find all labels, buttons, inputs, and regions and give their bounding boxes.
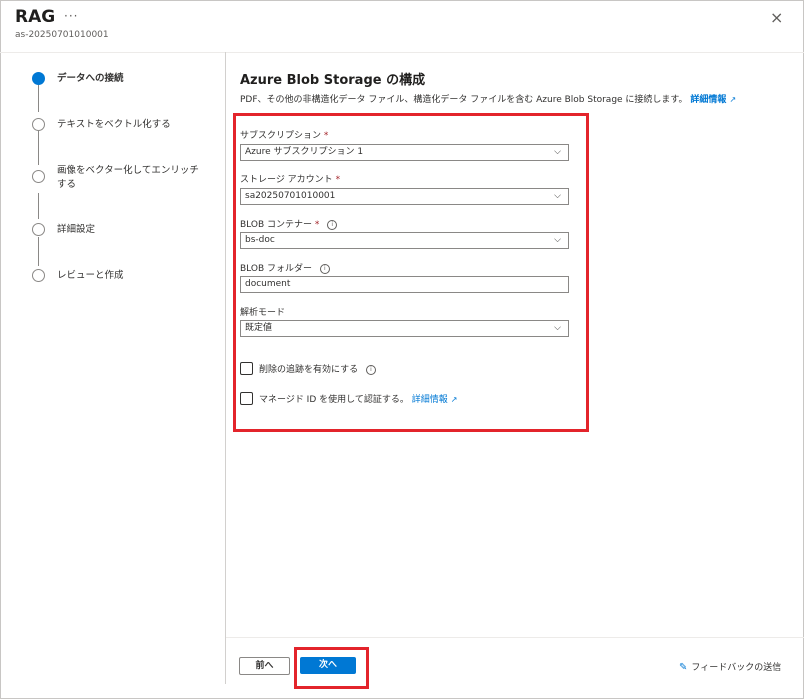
resource-name: as-20250701010001: [15, 30, 109, 40]
required-mark: *: [335, 175, 341, 185]
learn-more-link[interactable]: 詳細情報: [690, 95, 726, 105]
header-divider: [0, 52, 804, 53]
step-connector: [38, 193, 39, 219]
description-text: PDF、その他の非構造化データ ファイル、構造化データ ファイルを含む Azur…: [240, 95, 688, 105]
storage-account-dropdown[interactable]: sa20250701010001 ⌵: [240, 188, 569, 205]
step-2-icon: [32, 118, 45, 131]
deletion-tracking-row[interactable]: 削除の追跡を有効にする i: [240, 362, 376, 375]
feedback-label: フィードバックの送信: [691, 663, 782, 673]
blob-container-value: bs-doc: [245, 235, 275, 245]
chevron-down-icon: ⌵: [554, 147, 561, 157]
blob-folder-label-text: BLOB フォルダー: [240, 264, 312, 274]
section-title: Azure Blob Storage の構成: [240, 73, 426, 88]
storage-account-value: sa20250701010001: [245, 191, 336, 201]
blob-container-dropdown[interactable]: bs-doc ⌵: [240, 232, 569, 249]
step-4-icon: [32, 223, 45, 236]
external-link-icon: ↗: [450, 395, 458, 404]
sidebar-divider: [225, 52, 226, 684]
managed-identity-checkbox[interactable]: [240, 392, 253, 405]
managed-identity-row[interactable]: マネージド ID を使用して認証する。 詳細情報 ↗: [240, 392, 457, 405]
step-vectorize-text[interactable]: テキストをベクトル化する: [57, 118, 207, 132]
required-mark: *: [314, 220, 320, 230]
parse-mode-dropdown[interactable]: 既定値 ⌵: [240, 320, 569, 337]
parse-mode-label: 解析モード: [240, 308, 286, 318]
step-review-create[interactable]: レビューと作成: [57, 269, 207, 283]
storage-account-label: ストレージ アカウント *: [240, 172, 340, 185]
step-1-active-icon: [32, 72, 45, 85]
blob-folder-value: document: [245, 279, 291, 289]
storage-account-label-text: ストレージ アカウント: [240, 175, 333, 185]
chevron-down-icon: ⌵: [554, 191, 561, 201]
step-connector: [38, 237, 39, 266]
deletion-tracking-label: 削除の追跡を有効にする: [259, 365, 359, 375]
footer-divider: [226, 637, 804, 638]
parse-mode-value: 既定値: [245, 323, 273, 333]
close-icon[interactable]: ×: [770, 8, 783, 27]
external-link-icon: ↗: [729, 95, 737, 104]
blob-folder-input[interactable]: document: [240, 276, 569, 293]
feedback-link[interactable]: ✎ フィードバックの送信: [679, 660, 781, 673]
deletion-tracking-checkbox[interactable]: [240, 362, 253, 375]
step-advanced-settings[interactable]: 詳細設定: [57, 223, 207, 237]
more-options-icon[interactable]: ···: [64, 9, 78, 23]
step-3-icon: [32, 170, 45, 183]
step-connector: [38, 131, 39, 165]
managed-identity-label: マネージド ID を使用して認証する。: [259, 395, 409, 405]
managed-identity-learn-more-link[interactable]: 詳細情報: [412, 395, 448, 405]
step-connect-data[interactable]: データへの接続: [57, 72, 207, 86]
info-icon[interactable]: i: [365, 365, 376, 375]
subscription-value: Azure サブスクリプション 1: [245, 147, 364, 157]
blob-folder-label: BLOB フォルダー i: [240, 261, 330, 274]
page-title: RAG: [15, 7, 56, 27]
blob-container-label-text: BLOB コンテナー: [240, 220, 312, 230]
subscription-label: サブスクリプション *: [240, 128, 328, 141]
required-mark: *: [323, 131, 329, 141]
step-5-icon: [32, 269, 45, 282]
feedback-icon: ✎: [679, 662, 688, 673]
subscription-dropdown[interactable]: Azure サブスクリプション 1 ⌵: [240, 144, 569, 161]
section-description: PDF、その他の非構造化データ ファイル、構造化データ ファイルを含む Azur…: [240, 92, 736, 105]
info-icon[interactable]: i: [319, 264, 330, 274]
subscription-label-text: サブスクリプション: [240, 131, 322, 141]
previous-button[interactable]: 前へ: [239, 657, 290, 675]
next-button[interactable]: 次へ: [300, 657, 356, 674]
blob-container-label: BLOB コンテナー * i: [240, 217, 338, 230]
chevron-down-icon: ⌵: [554, 323, 561, 333]
info-icon[interactable]: i: [327, 220, 338, 230]
chevron-down-icon: ⌵: [554, 235, 561, 245]
step-vectorize-images[interactable]: 画像をベクター化してエンリッチする: [57, 164, 207, 192]
step-connector: [38, 85, 39, 112]
